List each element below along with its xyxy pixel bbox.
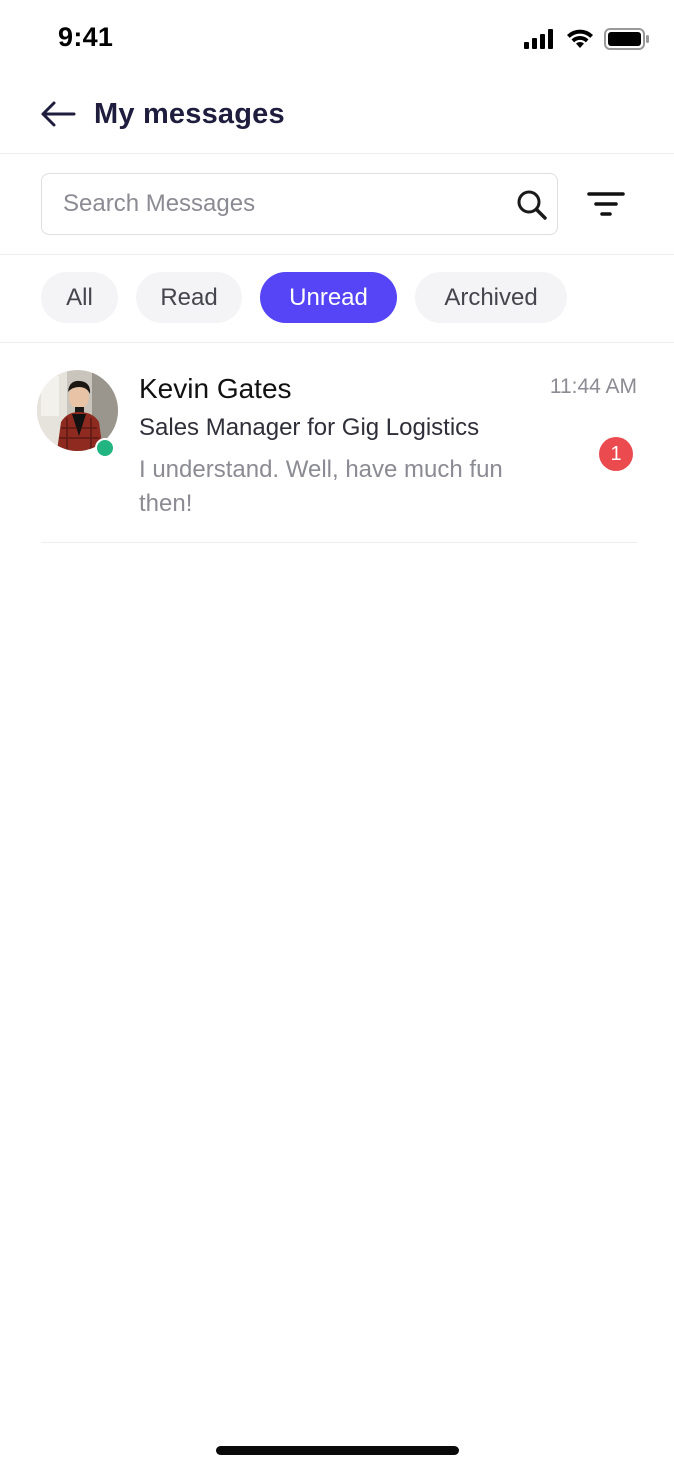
unread-count-badge: 1: [599, 437, 633, 471]
page-title: My messages: [94, 98, 285, 130]
battery-icon: [604, 28, 650, 50]
message-preview: I understand. Well, have much fun then!: [139, 456, 503, 517]
wifi-icon: [566, 29, 594, 49]
status-time: 9:41: [58, 22, 114, 52]
search-row: [0, 154, 674, 255]
filter-button[interactable]: [586, 190, 626, 220]
sender-name: Kevin Gates: [139, 373, 292, 404]
filter-tabs: All Read Unread Archived: [0, 255, 674, 343]
cellular-signal-icon: [524, 29, 556, 49]
tab-archived[interactable]: Archived: [415, 272, 567, 323]
message-list-item[interactable]: Kevin Gates 11:44 AM Sales Manager for G…: [37, 343, 637, 543]
status-bar: 9:41: [0, 0, 674, 80]
header: My messages: [0, 80, 674, 154]
search-box: [41, 173, 558, 235]
online-status-indicator: [95, 438, 115, 458]
filter-icon: [586, 192, 626, 224]
message-time: 11:44 AM: [549, 375, 637, 398]
sender-role: Sales Manager for Gig Logistics: [139, 414, 480, 441]
arrow-left-icon: [40, 100, 76, 133]
tab-unread[interactable]: Unread: [260, 272, 397, 323]
status-icons: [524, 28, 650, 50]
search-icon[interactable]: [515, 188, 549, 222]
messages-screen: 9:41 My messages Search Messages All Rea…: [0, 0, 674, 1471]
back-button[interactable]: [38, 98, 78, 134]
search-input[interactable]: [63, 174, 493, 234]
tab-read[interactable]: Read: [136, 272, 242, 323]
home-indicator[interactable]: [216, 1446, 459, 1455]
tab-all[interactable]: All: [41, 272, 118, 323]
